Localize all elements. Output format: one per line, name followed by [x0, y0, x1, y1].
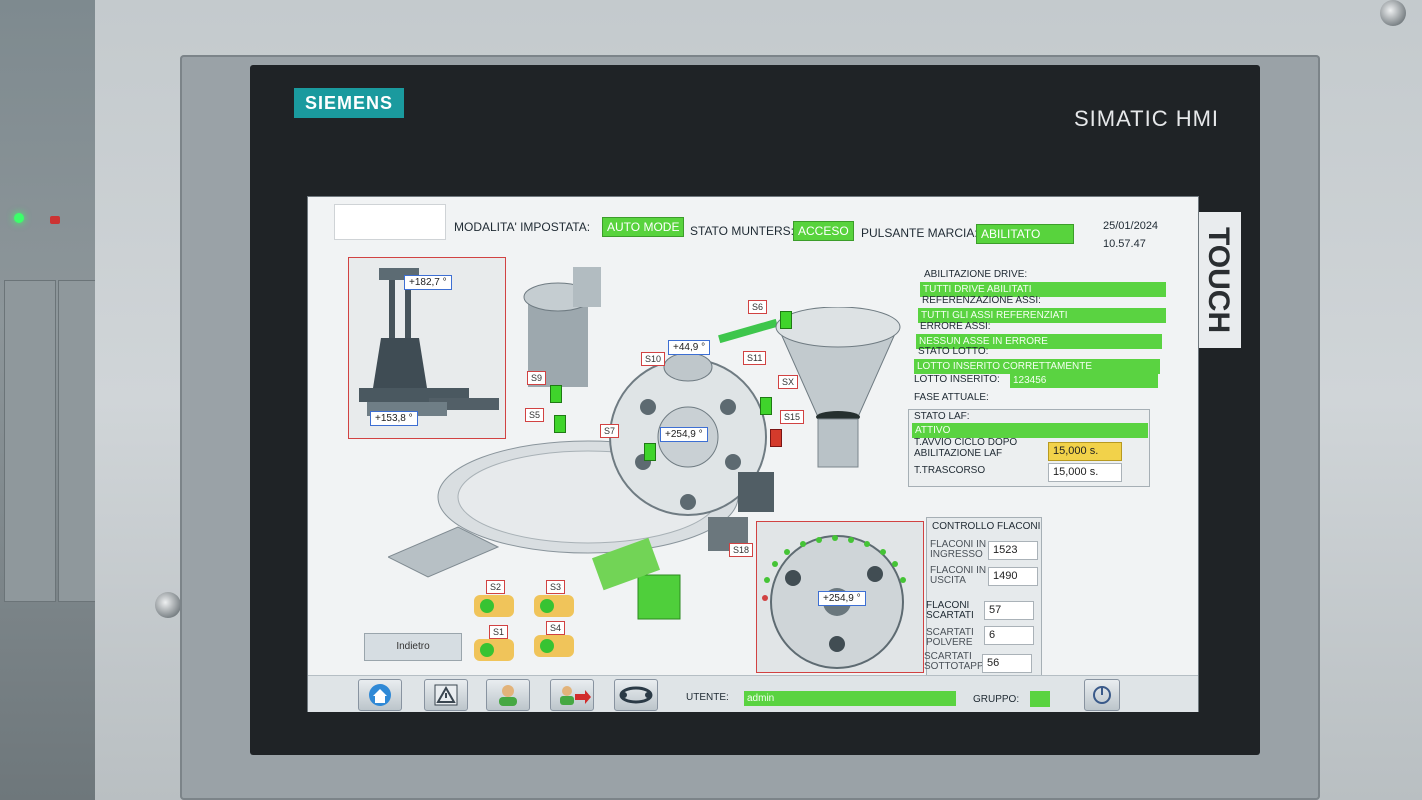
sensor-tag-s1[interactable]: S1: [489, 625, 509, 639]
siemens-logo: SIEMENS: [294, 88, 404, 118]
warning-icon: [434, 684, 458, 706]
indietro-button[interactable]: Indietro: [364, 633, 462, 661]
sensor-s7-indicator: [644, 443, 656, 461]
sensor-sx-indicator: [760, 397, 772, 415]
logout-button[interactable]: [550, 679, 594, 711]
vibratory-bowl: [775, 307, 901, 468]
red-indicator-led: [50, 216, 60, 224]
starwheel-inset-angle: +254,9 °: [818, 591, 866, 606]
drive-label: ABILITAZIONE DRIVE:: [924, 269, 1028, 280]
home-icon: [369, 684, 391, 706]
polvere-label-2: POLVERE: [926, 637, 973, 648]
date-display: 25/01/2024: [1103, 220, 1159, 232]
ingresso-label-2: INGRESSO: [930, 549, 983, 560]
marcia-label: PULSANTE MARCIA:: [861, 226, 978, 240]
lotto-inserito-label: LOTTO INSERITO:: [914, 374, 1000, 385]
sensor-s5-indicator: [554, 415, 566, 433]
errore-label: ERRORE ASSI:: [920, 321, 991, 332]
s4-status-icon[interactable]: [534, 635, 574, 657]
sensor-tag-s15[interactable]: S15: [780, 410, 805, 424]
cabinet-door-left: [4, 280, 56, 602]
alarm-button[interactable]: [424, 679, 468, 711]
sensor-tag-s5[interactable]: S5: [525, 408, 545, 422]
model-label: SIMATIC HMI: [1074, 106, 1220, 131]
munters-value: ACCESO: [793, 221, 854, 241]
utente-value: admin: [744, 691, 956, 706]
user-icon: [499, 685, 517, 706]
modalita-label: MODALITA' IMPOSTATA:: [454, 220, 591, 234]
lotto-value: LOTTO INSERITO CORRETTAMENTE: [914, 359, 1160, 374]
starwheel-angle: +254,9 °: [660, 427, 708, 442]
sensor-tag-s6[interactable]: S6: [748, 300, 768, 314]
laf-stato-value: ATTIVO: [912, 423, 1148, 438]
machine-button[interactable]: [614, 679, 658, 711]
laf-avvio-label-1: T.AVVIO CICLO DOPO: [914, 437, 1018, 448]
s2-status-icon[interactable]: [474, 595, 514, 617]
sensor-s15-indicator: [770, 429, 782, 447]
lotto-inserito-value: 123456: [1010, 373, 1158, 388]
touch-label: TOUCH: [1195, 212, 1241, 348]
laf-trascorso-value: 15,000 s.: [1048, 463, 1122, 482]
time-display: 10.57.47: [1103, 238, 1146, 250]
sensor-tag-s3[interactable]: S3: [546, 580, 566, 594]
sensor-tag-s9[interactable]: S9: [527, 371, 547, 385]
uscita-label-2: USCITA: [930, 575, 966, 586]
munters-label: STATO MUNTERS:: [690, 224, 795, 238]
green-indicator-led: [14, 213, 24, 223]
s1-status-icon[interactable]: [474, 639, 514, 661]
power-icon: [1093, 686, 1111, 704]
sottotappi-label-2: SOTTOTAPPI: [924, 661, 987, 672]
feeder-angle: +44,9 °: [668, 340, 711, 355]
user-button[interactable]: [486, 679, 530, 711]
sensor-s9-indicator: [550, 385, 562, 403]
sensor-tag-s10[interactable]: S10: [641, 352, 666, 366]
scartati-label-2: SCARTATI: [926, 610, 974, 621]
utente-label: UTENTE:: [686, 692, 729, 703]
scartati-value: 57: [984, 601, 1034, 620]
sensor-tag-s7[interactable]: S7: [600, 424, 620, 438]
redacted-logo-box: [334, 204, 446, 240]
power-button[interactable]: [1084, 679, 1120, 711]
laf-avvio-value[interactable]: 15,000 s.: [1048, 442, 1122, 461]
gruppo-value: [1030, 691, 1050, 707]
s3-status-icon[interactable]: [534, 595, 574, 617]
laf-trascorso-label: T.TRASCORSO: [914, 465, 986, 476]
laf-stato-label: STATO LAF:: [914, 411, 970, 422]
sensor-s6-indicator: [780, 311, 792, 329]
screw-icon: [1380, 0, 1406, 26]
sottotappi-value: 56: [982, 654, 1032, 673]
home-button[interactable]: [358, 679, 402, 711]
fase-label: FASE ATTUALE:: [914, 392, 989, 403]
modalita-value: AUTO MODE: [602, 217, 685, 237]
lotto-label: STATO LOTTO:: [918, 346, 989, 357]
laf-avvio-label-2: ABILITAZIONE LAF: [914, 448, 1003, 459]
ingresso-value: 1523: [988, 541, 1038, 560]
conveyor-icon: [619, 686, 653, 704]
sensor-tag-s2[interactable]: S2: [486, 580, 506, 594]
marcia-value: ABILITATO: [976, 224, 1074, 244]
assi-label: REFERENZAZIONE ASSI:: [922, 295, 1041, 306]
uscita-value: 1490: [988, 567, 1038, 586]
gruppo-label: GRUPPO:: [973, 694, 1020, 705]
logout-icon: [560, 686, 591, 705]
hmi-screen: MODALITA' IMPOSTATA: AUTO MODE STATO MUN…: [307, 196, 1199, 712]
polvere-value: 6: [984, 626, 1034, 645]
screw-icon: [155, 592, 181, 618]
sensor-tag-s11[interactable]: S11: [743, 351, 767, 365]
sensor-tag-s18[interactable]: S18: [729, 543, 754, 557]
sensor-tag-sx[interactable]: SX: [778, 375, 799, 389]
sensor-tag-s4[interactable]: S4: [546, 621, 566, 635]
flaconi-title: CONTROLLO FLACONI: [932, 521, 1041, 532]
